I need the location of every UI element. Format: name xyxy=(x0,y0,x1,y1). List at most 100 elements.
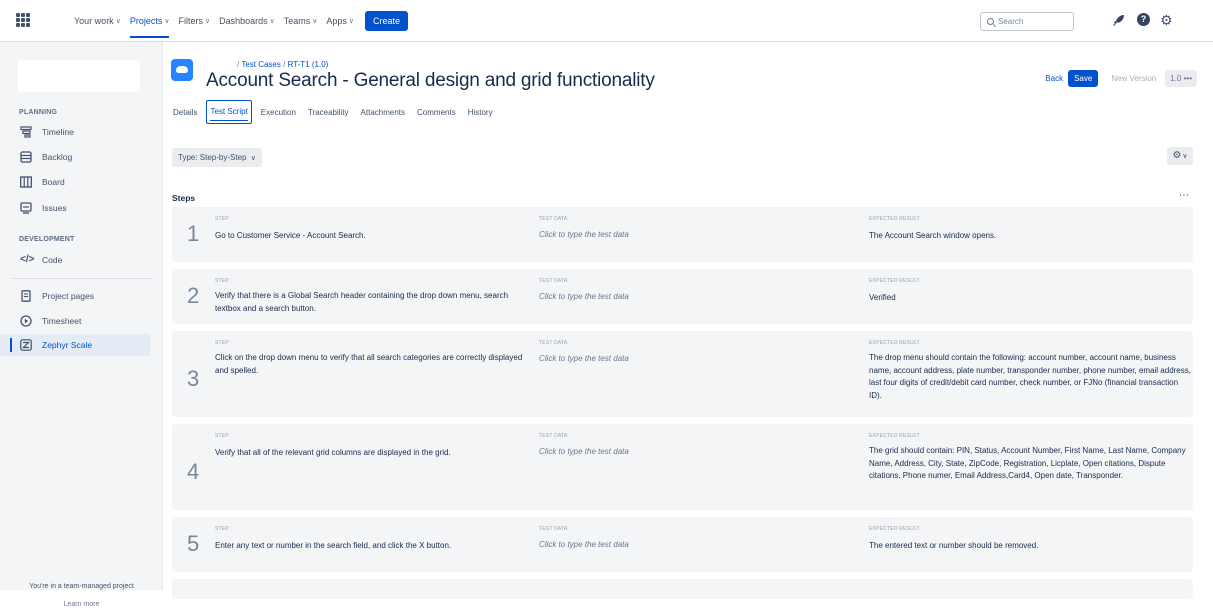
step-text[interactable]: Enter any text or number in the search f… xyxy=(215,540,525,553)
sidebar-item-code[interactable]: </> Code xyxy=(0,249,150,271)
sidebar: PLANNING Timeline Backlog Board Issues D… xyxy=(0,42,163,608)
test-data-label: TEST DATA xyxy=(539,216,568,222)
gear-icon: ⚙ xyxy=(1172,150,1182,161)
type-dropdown[interactable]: Type: Step-by-Step ∨ xyxy=(172,148,262,167)
chevron-down-icon: ∨ xyxy=(250,155,256,162)
nav-your-work[interactable]: Your work ∨ xyxy=(74,0,121,42)
expected-label: EXPECTED RESULT xyxy=(869,340,920,346)
sidebar-item-project-pages[interactable]: Project pages xyxy=(0,285,150,307)
zephyr-icon xyxy=(20,339,32,351)
tab-test-script[interactable]: Test Script xyxy=(206,100,252,124)
backlog-icon xyxy=(20,151,32,163)
step-label: STEP xyxy=(215,433,229,439)
test-data-field[interactable]: Click to type the test data xyxy=(539,447,629,456)
step-number: 2 xyxy=(187,283,200,308)
app-switcher-icon[interactable] xyxy=(16,13,30,27)
header-actions: Back Save New Version 1.0 ••• xyxy=(1045,70,1197,87)
tab-comments[interactable]: Comments xyxy=(414,105,459,120)
top-navigation: Your work ∨ Projects ∨ Filters ∨ Dashboards… xyxy=(0,0,1213,42)
expected-label: EXPECTED RESULT xyxy=(869,526,920,532)
search-placeholder: Search xyxy=(998,17,1024,26)
save-button[interactable]: Save xyxy=(1068,70,1099,87)
expected-text[interactable]: The entered text or number should be rem… xyxy=(869,540,1191,553)
expected-label: EXPECTED RESULT xyxy=(869,433,920,439)
test-data-label: TEST DATA xyxy=(539,278,568,284)
step-row[interactable]: 5 STEP TEST DATA EXPECTED RESULT Enter a… xyxy=(172,517,1193,572)
test-data-field[interactable]: Click to type the test data xyxy=(539,230,629,239)
back-button[interactable]: Back xyxy=(1045,74,1063,83)
tab-traceability[interactable]: Traceability xyxy=(305,105,352,120)
chevron-down-icon: ∨ xyxy=(312,18,318,25)
step-row[interactable]: 2 STEP TEST DATA EXPECTED RESULT Verify … xyxy=(172,269,1193,324)
step-label: STEP xyxy=(215,278,229,284)
sidebar-item-board[interactable]: Board xyxy=(0,171,150,193)
sidebar-item-zephyr-scale[interactable]: Zephyr Scale xyxy=(0,334,150,356)
chevron-down-icon: ∨ xyxy=(269,18,275,25)
step-text[interactable]: Verify that there is a Global Search hea… xyxy=(215,290,520,315)
step-row[interactable]: 1 STEP TEST DATA EXPECTED RESULT Go to C… xyxy=(172,207,1193,262)
expected-text[interactable]: The grid should contain: PIN, Status, Ac… xyxy=(869,445,1191,483)
step-label: STEP xyxy=(215,340,229,346)
chevron-down-icon: ∨ xyxy=(1182,153,1188,160)
sidebar-footer-text: You're in a team-managed project xyxy=(29,583,134,590)
more-icon[interactable]: ⋯ xyxy=(1179,190,1189,201)
search-input[interactable]: Search xyxy=(980,12,1074,31)
tab-details[interactable]: Details xyxy=(170,105,200,120)
nav-apps[interactable]: Apps ∨ xyxy=(326,0,354,42)
test-data-field[interactable]: Click to type the test data xyxy=(539,354,629,363)
rocket-icon[interactable] xyxy=(1112,13,1126,27)
test-data-label: TEST DATA xyxy=(539,433,568,439)
page-title: Account Search - General design and grid… xyxy=(206,70,655,91)
test-data-label: TEST DATA xyxy=(539,340,568,346)
breadcrumb-test-key[interactable]: RT-T1 (1.0) xyxy=(288,60,329,69)
steps-heading: Steps xyxy=(172,193,196,203)
nav-filters[interactable]: Filters ∨ xyxy=(178,0,210,42)
breadcrumb-test-cases[interactable]: Test Cases xyxy=(241,60,281,69)
expected-text[interactable]: The Account Search window opens. xyxy=(869,230,1189,243)
step-number: 5 xyxy=(187,531,200,556)
development-heading: DEVELOPMENT xyxy=(19,236,75,243)
step-text[interactable]: Click on the drop down menu to verify th… xyxy=(215,352,525,377)
expected-text[interactable]: The drop menu should contain the followi… xyxy=(869,352,1191,402)
tab-execution[interactable]: Execution xyxy=(258,105,299,120)
sidebar-item-backlog[interactable]: Backlog xyxy=(0,146,150,168)
play-circle-icon xyxy=(20,315,32,327)
breadcrumb: / Test Cases / RT-T1 (1.0) xyxy=(237,60,329,69)
sidebar-item-timesheet[interactable]: Timesheet xyxy=(0,310,150,332)
code-icon: </> xyxy=(20,254,35,265)
sidebar-item-timeline[interactable]: Timeline xyxy=(0,121,150,143)
test-data-field[interactable]: Click to type the test data xyxy=(539,540,629,549)
chevron-down-icon: ∨ xyxy=(348,18,355,25)
learn-more-link[interactable]: Learn more xyxy=(0,601,163,608)
step-row[interactable]: 3 STEP TEST DATA EXPECTED RESULT Click o… xyxy=(172,331,1193,417)
version-menu-button[interactable]: 1.0 ••• xyxy=(1165,70,1197,87)
new-version-button[interactable]: New Version xyxy=(1111,74,1156,83)
gear-icon[interactable]: ⚙ xyxy=(1160,13,1174,27)
expected-label: EXPECTED RESULT xyxy=(869,278,920,284)
chevron-down-icon: ∨ xyxy=(164,18,170,25)
expected-label: EXPECTED RESULT xyxy=(869,216,920,222)
step-row[interactable]: 4 STEP TEST DATA EXPECTED RESULT Verify … xyxy=(172,424,1193,510)
issues-icon xyxy=(20,202,32,214)
sidebar-item-issues[interactable]: Issues xyxy=(0,197,150,219)
timeline-icon xyxy=(20,126,32,138)
expected-text[interactable]: Verified xyxy=(869,292,1189,305)
test-data-field[interactable]: Click to type the test data xyxy=(539,292,629,301)
step-label: STEP xyxy=(215,526,229,532)
page-icon xyxy=(20,290,32,302)
step-text[interactable]: Verify that all of the relevant grid col… xyxy=(215,447,525,460)
nav-teams[interactable]: Teams ∨ xyxy=(284,0,318,42)
help-icon[interactable]: ? xyxy=(1137,13,1150,26)
step-row[interactable] xyxy=(172,579,1193,599)
chevron-down-icon: ∨ xyxy=(204,18,211,25)
project-logo[interactable] xyxy=(18,60,140,92)
main-content: / Test Cases / RT-T1 (1.0) Account Searc… xyxy=(163,42,1213,599)
step-text[interactable]: Go to Customer Service - Account Search. xyxy=(215,230,515,243)
tab-history[interactable]: History xyxy=(465,105,496,120)
nav-projects[interactable]: Projects ∨ xyxy=(129,0,170,42)
sidebar-divider xyxy=(12,278,152,279)
settings-dropdown[interactable]: ⚙∨ xyxy=(1167,147,1193,165)
tab-attachments[interactable]: Attachments xyxy=(358,105,408,120)
nav-dashboards[interactable]: Dashboards ∨ xyxy=(219,0,275,42)
create-button[interactable]: Create xyxy=(365,11,409,31)
